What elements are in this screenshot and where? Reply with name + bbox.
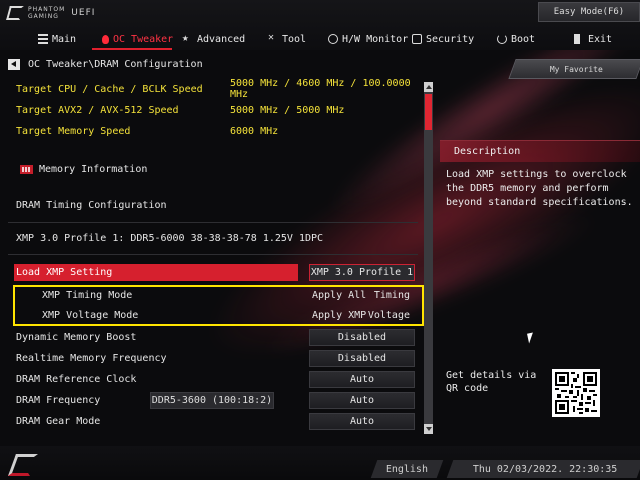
- memory-information-item[interactable]: Memory Information: [0, 160, 420, 178]
- scroll-thumb[interactable]: [425, 94, 432, 130]
- power-icon: [497, 34, 507, 44]
- tab-tool[interactable]: Tool: [268, 30, 306, 48]
- dram-timing-configuration-item[interactable]: DRAM Timing Configuration: [0, 196, 420, 214]
- info-row-cpu-speed: Target CPU / Cache / BCLK Speed 5000 MHz…: [16, 78, 411, 100]
- settings-scrollbar[interactable]: [424, 82, 433, 434]
- brand-line1: PHANTOM: [28, 6, 66, 13]
- mouse-cursor-icon: [527, 332, 535, 344]
- main-menu-icon: [38, 34, 48, 44]
- brand-logo: PHANTOM GAMING UEFI: [6, 6, 96, 20]
- phantom-gaming-logo-icon: [6, 6, 24, 20]
- xmp-timing-mode-row[interactable]: XMP Timing Mode Apply All Timing: [0, 286, 420, 304]
- scroll-down-arrow-icon[interactable]: [424, 424, 433, 434]
- tab-hw-monitor[interactable]: H/W Monitor: [328, 30, 408, 48]
- qr-caption: Get details via QR code: [446, 370, 537, 394]
- divider: [8, 222, 418, 223]
- security-icon: [412, 34, 422, 44]
- dram-reference-clock-value[interactable]: Auto: [309, 371, 415, 388]
- dynamic-memory-boost-value[interactable]: Disabled: [309, 329, 415, 346]
- qr-code-icon: [552, 369, 600, 417]
- scroll-up-arrow-icon[interactable]: [424, 82, 433, 92]
- phantom-gaming-bottom-logo-icon: [8, 452, 38, 474]
- breadcrumb: OC Tweaker\DRAM Configuration: [8, 59, 203, 70]
- easy-mode-button[interactable]: Easy Mode(F6): [538, 2, 640, 22]
- dram-gear-mode-value[interactable]: Auto: [309, 413, 415, 430]
- info-row-avx-speed: Target AVX2 / AVX-512 Speed 5000 MHz / 5…: [16, 104, 345, 116]
- settings-list: Target CPU / Cache / BCLK Speed 5000 MHz…: [0, 78, 420, 432]
- description-text: Load XMP settings to overclock the DDR5 …: [446, 169, 633, 208]
- dram-frequency-value[interactable]: Auto: [309, 392, 415, 409]
- brand-uefi: UEFI: [71, 8, 96, 18]
- info-row-memory-speed: Target Memory Speed 6000 MHz: [16, 125, 279, 137]
- brand-line2: GAMING: [28, 13, 59, 20]
- load-xmp-setting-value[interactable]: XMP 3.0 Profile 1: [309, 264, 415, 281]
- flame-icon: [102, 34, 109, 44]
- memory-module-icon: [20, 164, 33, 174]
- back-arrow-icon[interactable]: [8, 59, 20, 70]
- tab-main[interactable]: Main: [38, 30, 76, 48]
- tab-boot[interactable]: Boot: [497, 30, 535, 48]
- main-nav: Main OC Tweaker Advanced Tool H/W Monito…: [0, 30, 640, 48]
- description-header: Description: [440, 140, 640, 162]
- language-button[interactable]: English: [370, 460, 444, 478]
- divider: [8, 254, 418, 255]
- active-tab-underline: [92, 48, 172, 50]
- my-favorite-button[interactable]: My Favorite: [508, 59, 640, 79]
- exit-icon: [574, 34, 584, 44]
- realtime-memory-frequency-value[interactable]: Disabled: [309, 350, 415, 367]
- breadcrumb-text: OC Tweaker\DRAM Configuration: [28, 59, 203, 70]
- datetime-display[interactable]: Thu 02/03/2022. 22:30:35: [446, 460, 640, 478]
- xmp-voltage-mode-row[interactable]: XMP Voltage Mode Apply XMP Voltage: [0, 306, 420, 324]
- star-icon: [182, 31, 193, 44]
- tab-exit[interactable]: Exit: [574, 30, 612, 48]
- tab-advanced[interactable]: Advanced: [182, 30, 245, 48]
- tool-icon: [268, 32, 278, 44]
- tab-oc-tweaker[interactable]: OC Tweaker: [102, 30, 173, 48]
- monitor-icon: [328, 34, 338, 44]
- xmp-profile-info: XMP 3.0 Profile 1: DDR5-6000 38-38-38-78…: [16, 232, 324, 244]
- tab-security[interactable]: Security: [412, 30, 474, 48]
- dram-frequency-detail: DDR5-3600 (100:18:2): [150, 392, 274, 409]
